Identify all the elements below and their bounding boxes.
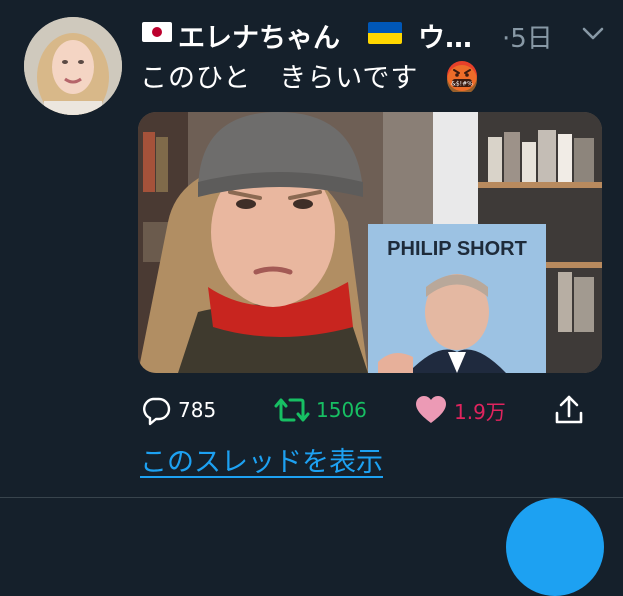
chevron-down-icon[interactable]: [580, 22, 606, 44]
photo-illustration: PHILIP SHORT: [138, 112, 602, 373]
like-button[interactable]: 1.9万: [414, 388, 506, 432]
tweet-action-bar: 785 1506 1.9万: [138, 388, 598, 432]
face-with-symbols-on-mouth-icon: &$!#%: [447, 61, 477, 92]
reply-button[interactable]: 785: [140, 388, 216, 432]
compose-tweet-button[interactable]: [506, 498, 604, 596]
ukraine-flag-icon: [368, 22, 402, 44]
reply-count: 785: [178, 398, 217, 422]
retweet-count: 1506: [316, 398, 367, 422]
retweet-button[interactable]: 1506: [274, 388, 367, 432]
japan-flag-icon: [142, 22, 172, 42]
reply-icon: [143, 397, 171, 426]
svg-text:&$!#%: &$!#%: [451, 81, 473, 88]
avatar-portrait: [24, 17, 122, 115]
book-title: PHILIP SHORT: [387, 238, 527, 260]
display-name-truncation[interactable]: ウ…: [418, 16, 472, 55]
tweet-text: このひと きらいです: [140, 63, 419, 94]
tweet-timestamp[interactable]: ·5日: [502, 18, 553, 55]
user-avatar[interactable]: [24, 17, 122, 115]
display-name[interactable]: エレナちゃん: [178, 16, 340, 55]
retweet-icon: [274, 398, 310, 422]
show-thread-link[interactable]: このスレッドを表示: [140, 440, 383, 479]
heart-icon: [416, 396, 446, 423]
share-icon: [555, 395, 583, 424]
tweet-media-image[interactable]: PHILIP SHORT: [138, 112, 602, 373]
share-button[interactable]: [552, 388, 586, 432]
like-count: 1.9万: [454, 399, 506, 424]
tweet-divider: [0, 497, 623, 498]
tweet-header: エレナちゃん ウ… ·5日: [140, 14, 610, 54]
